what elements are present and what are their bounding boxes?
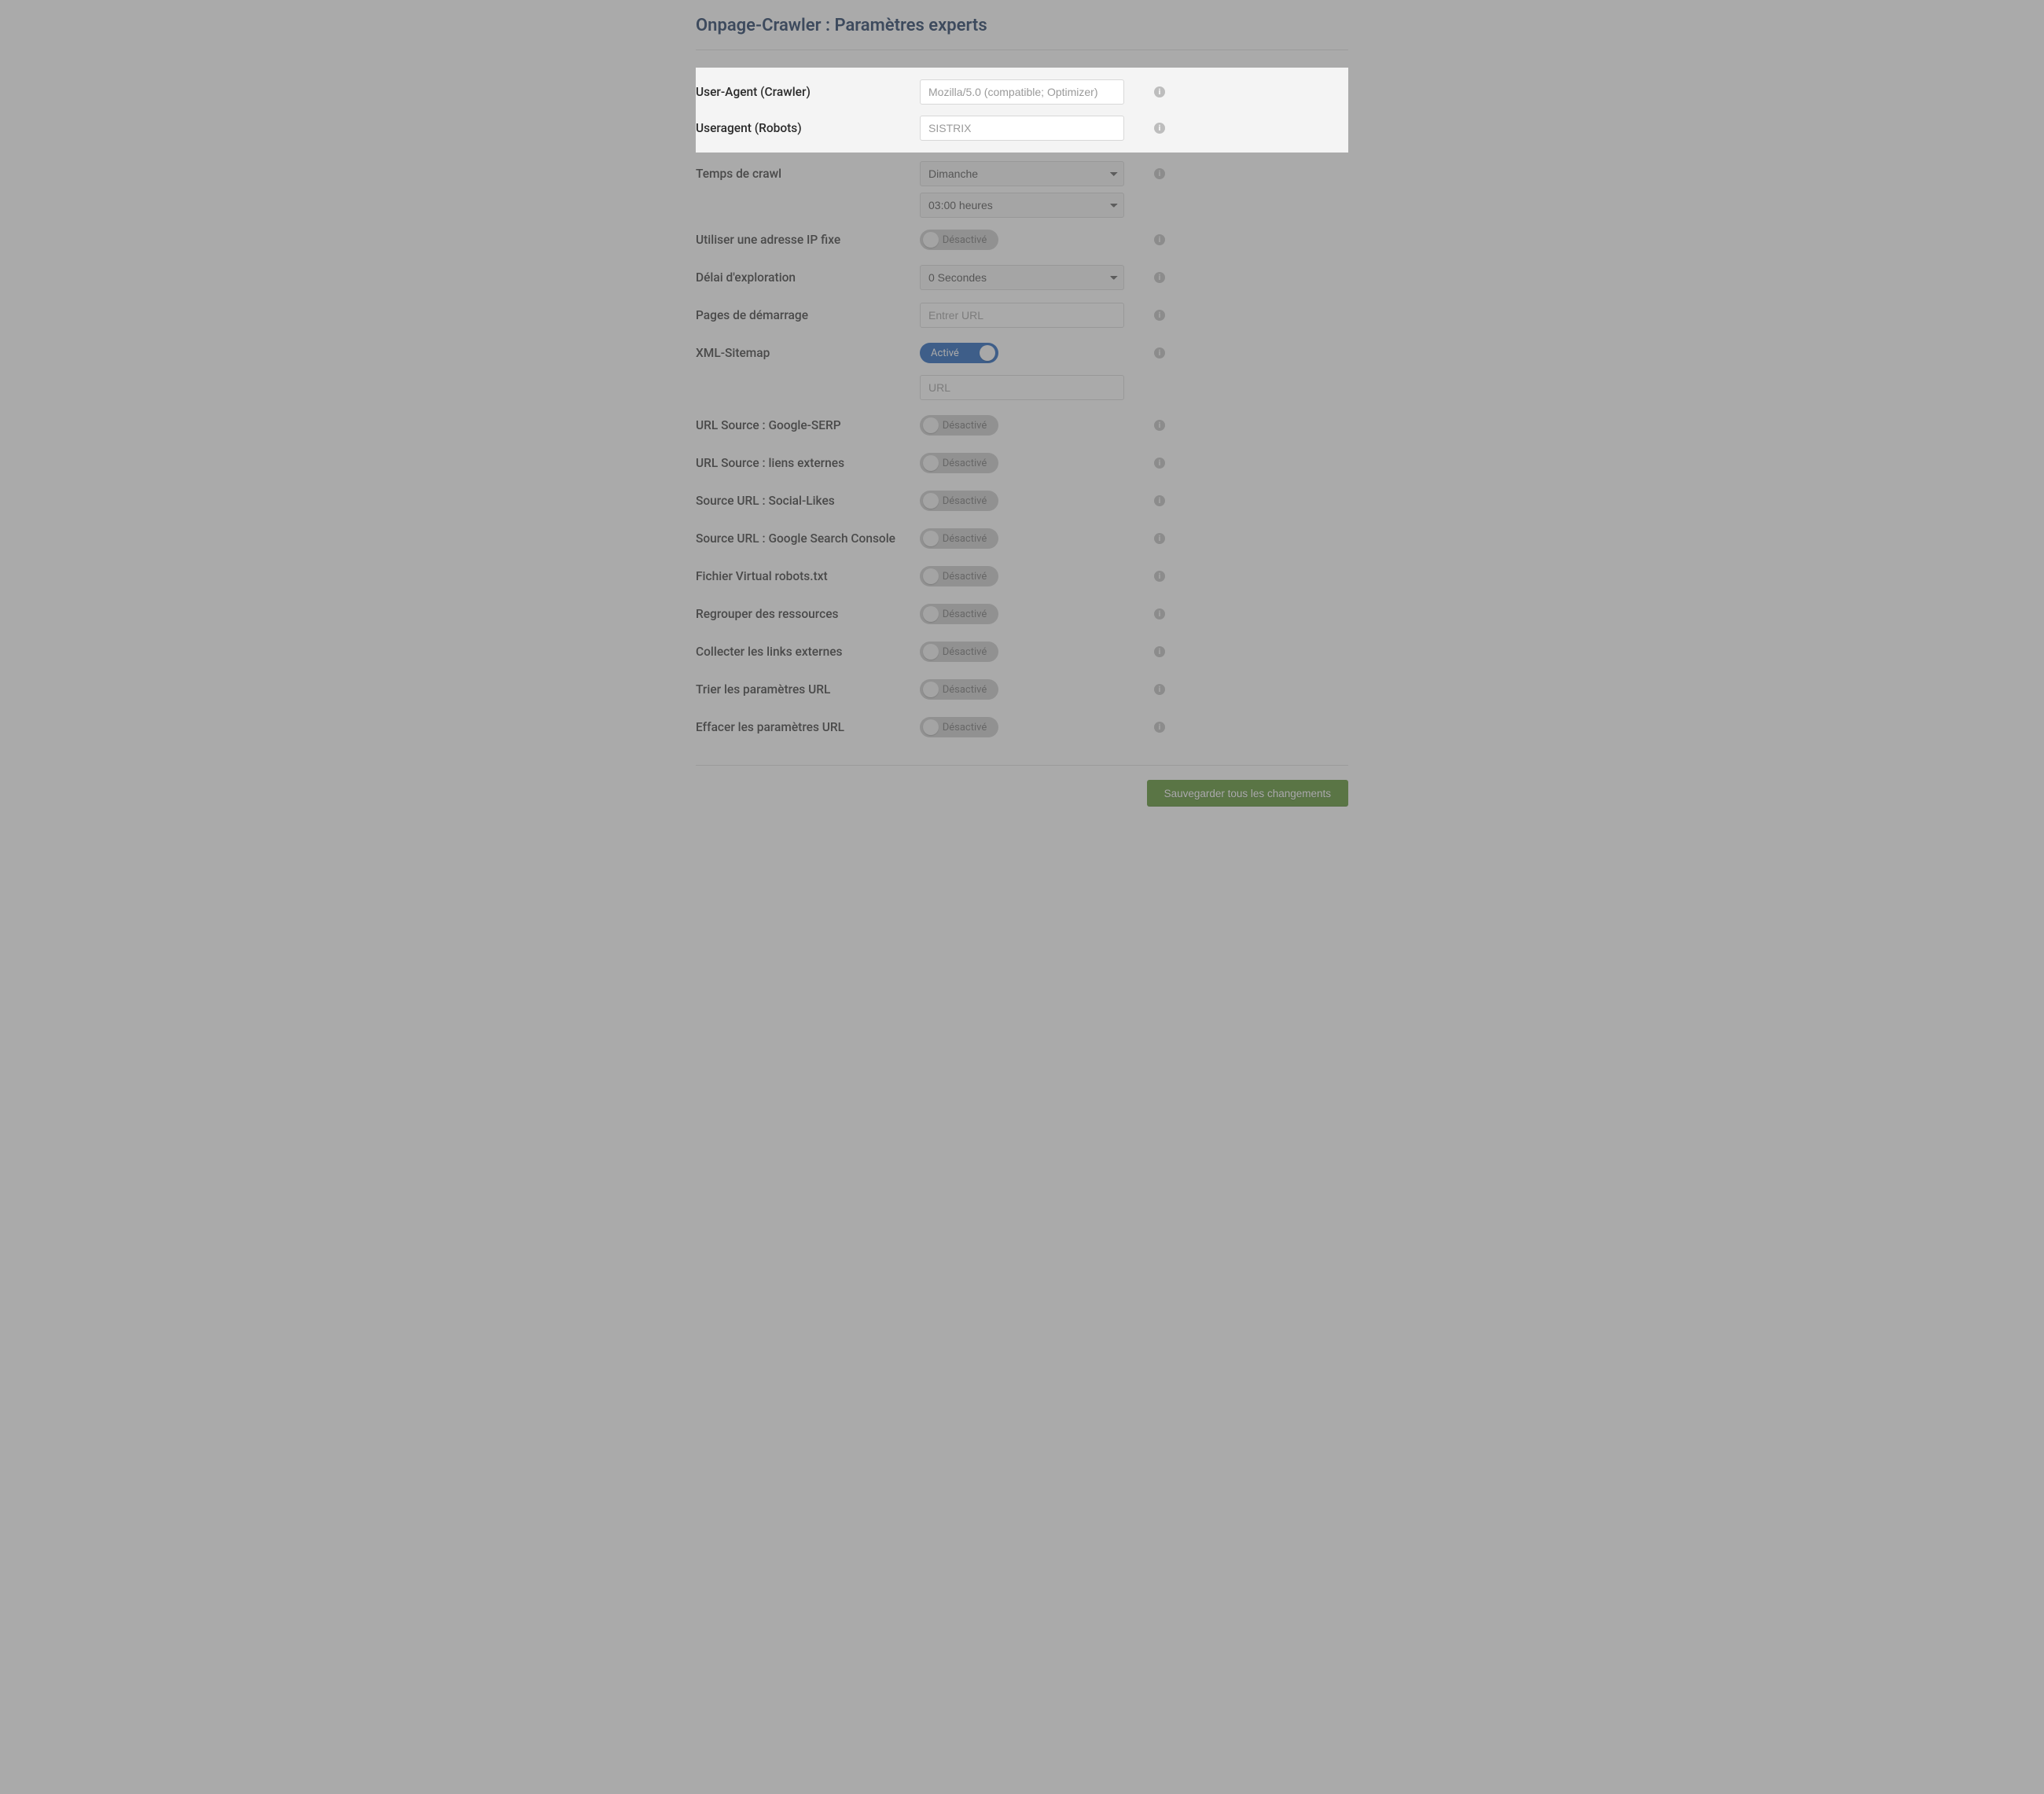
select-crawl-delay[interactable]: 0 Secondes — [920, 265, 1124, 290]
label-virtual-robots: Fichier Virtual robots.txt — [696, 569, 920, 583]
row-src-ext-links: URL Source : liens externes Désactivé i — [696, 444, 1348, 482]
select-crawl-day[interactable]: Dimanche — [920, 161, 1124, 186]
row-fixed-ip: Utiliser une adresse IP fixe Désactivé i — [696, 221, 1348, 259]
info-icon[interactable]: i — [1154, 571, 1165, 582]
info-icon[interactable]: i — [1154, 646, 1165, 657]
label-src-social: Source URL : Social-Likes — [696, 494, 920, 508]
label-user-agent-robots: Useragent (Robots) — [696, 121, 920, 135]
row-src-google-serp: URL Source : Google-SERP Désactivé i — [696, 406, 1348, 444]
label-sort-url-params: Trier les paramètres URL — [696, 682, 920, 697]
toggle-xml-sitemap[interactable]: Activé — [920, 343, 998, 363]
label-collect-ext-links: Collecter les links externes — [696, 645, 920, 659]
label-crawl-time: Temps de crawl — [696, 167, 920, 181]
row-sort-url-params: Trier les paramètres URL Désactivé i — [696, 671, 1348, 708]
input-user-agent-crawler[interactable] — [920, 79, 1124, 105]
row-strip-url-params: Effacer les paramètres URL Désactivé i — [696, 708, 1348, 746]
info-icon[interactable]: i — [1154, 722, 1165, 733]
info-icon[interactable]: i — [1154, 458, 1165, 469]
info-icon[interactable]: i — [1154, 310, 1165, 321]
actions: Sauvegarder tous les changements — [696, 780, 1348, 807]
row-user-agent-robots: Useragent (Robots) i — [696, 110, 1348, 146]
label-strip-url-params: Effacer les paramètres URL — [696, 720, 920, 734]
info-icon[interactable]: i — [1154, 234, 1165, 245]
label-src-gsc: Source URL : Google Search Console — [696, 531, 920, 546]
label-group-resources: Regrouper des ressources — [696, 607, 920, 621]
toggle-src-gsc[interactable]: Désactivé — [920, 528, 998, 549]
label-start-pages: Pages de démarrage — [696, 308, 920, 322]
toggle-src-google-serp[interactable]: Désactivé — [920, 415, 998, 436]
label-fixed-ip: Utiliser une adresse IP fixe — [696, 233, 920, 247]
save-button[interactable]: Sauvegarder tous les changements — [1147, 780, 1348, 807]
input-xml-sitemap-url[interactable] — [920, 375, 1124, 400]
info-icon[interactable]: i — [1154, 608, 1165, 619]
row-virtual-robots: Fichier Virtual robots.txt Désactivé i — [696, 557, 1348, 595]
info-icon[interactable]: i — [1154, 684, 1165, 695]
label-user-agent-crawler: User-Agent (Crawler) — [696, 85, 920, 99]
toggle-group-resources[interactable]: Désactivé — [920, 604, 998, 624]
row-crawl-time: Temps de crawl Dimanche i — [696, 155, 1348, 193]
row-src-gsc: Source URL : Google Search Console Désac… — [696, 520, 1348, 557]
info-icon[interactable]: i — [1154, 123, 1165, 134]
toggle-strip-url-params[interactable]: Désactivé — [920, 717, 998, 737]
info-icon[interactable]: i — [1154, 272, 1165, 283]
row-user-agent-crawler: User-Agent (Crawler) i — [696, 74, 1348, 110]
toggle-src-social[interactable]: Désactivé — [920, 491, 998, 511]
row-start-pages: Pages de démarrage i — [696, 296, 1348, 334]
toggle-collect-ext-links[interactable]: Désactivé — [920, 642, 998, 662]
row-xml-sitemap-url: . — [696, 369, 1348, 406]
row-group-resources: Regrouper des ressources Désactivé i — [696, 595, 1348, 633]
page-title: Onpage-Crawler : Paramètres experts — [696, 16, 1348, 50]
input-user-agent-robots[interactable] — [920, 116, 1124, 141]
info-icon[interactable]: i — [1154, 420, 1165, 431]
label-src-ext-links: URL Source : liens externes — [696, 456, 920, 470]
row-src-social: Source URL : Social-Likes Désactivé i — [696, 482, 1348, 520]
form-area: User-Agent (Crawler) i Useragent (Robots… — [696, 50, 1348, 807]
info-icon[interactable]: i — [1154, 347, 1165, 358]
row-collect-ext-links: Collecter les links externes Désactivé i — [696, 633, 1348, 671]
highlight-strip: User-Agent (Crawler) i Useragent (Robots… — [696, 68, 1348, 153]
divider — [696, 765, 1348, 766]
toggle-virtual-robots[interactable]: Désactivé — [920, 566, 998, 586]
toggle-fixed-ip[interactable]: Désactivé — [920, 230, 998, 250]
toggle-sort-url-params[interactable]: Désactivé — [920, 679, 998, 700]
info-icon[interactable]: i — [1154, 495, 1165, 506]
info-icon[interactable]: i — [1154, 86, 1165, 97]
info-icon[interactable]: i — [1154, 168, 1165, 179]
input-start-pages[interactable] — [920, 303, 1124, 328]
row-crawl-delay: Délai d'exploration 0 Secondes i — [696, 259, 1348, 296]
label-crawl-delay: Délai d'exploration — [696, 270, 920, 285]
select-crawl-hour[interactable]: 03:00 heures — [920, 193, 1124, 218]
info-icon[interactable]: i — [1154, 533, 1165, 544]
label-xml-sitemap: XML-Sitemap — [696, 346, 920, 360]
label-src-google-serp: URL Source : Google-SERP — [696, 418, 920, 432]
row-crawl-hour: . 03:00 heures — [696, 189, 1348, 221]
row-xml-sitemap: XML-Sitemap Activé i — [696, 334, 1348, 372]
settings-form: Onpage-Crawler : Paramètres experts User… — [696, 0, 1348, 838]
toggle-src-ext-links[interactable]: Désactivé — [920, 453, 998, 473]
